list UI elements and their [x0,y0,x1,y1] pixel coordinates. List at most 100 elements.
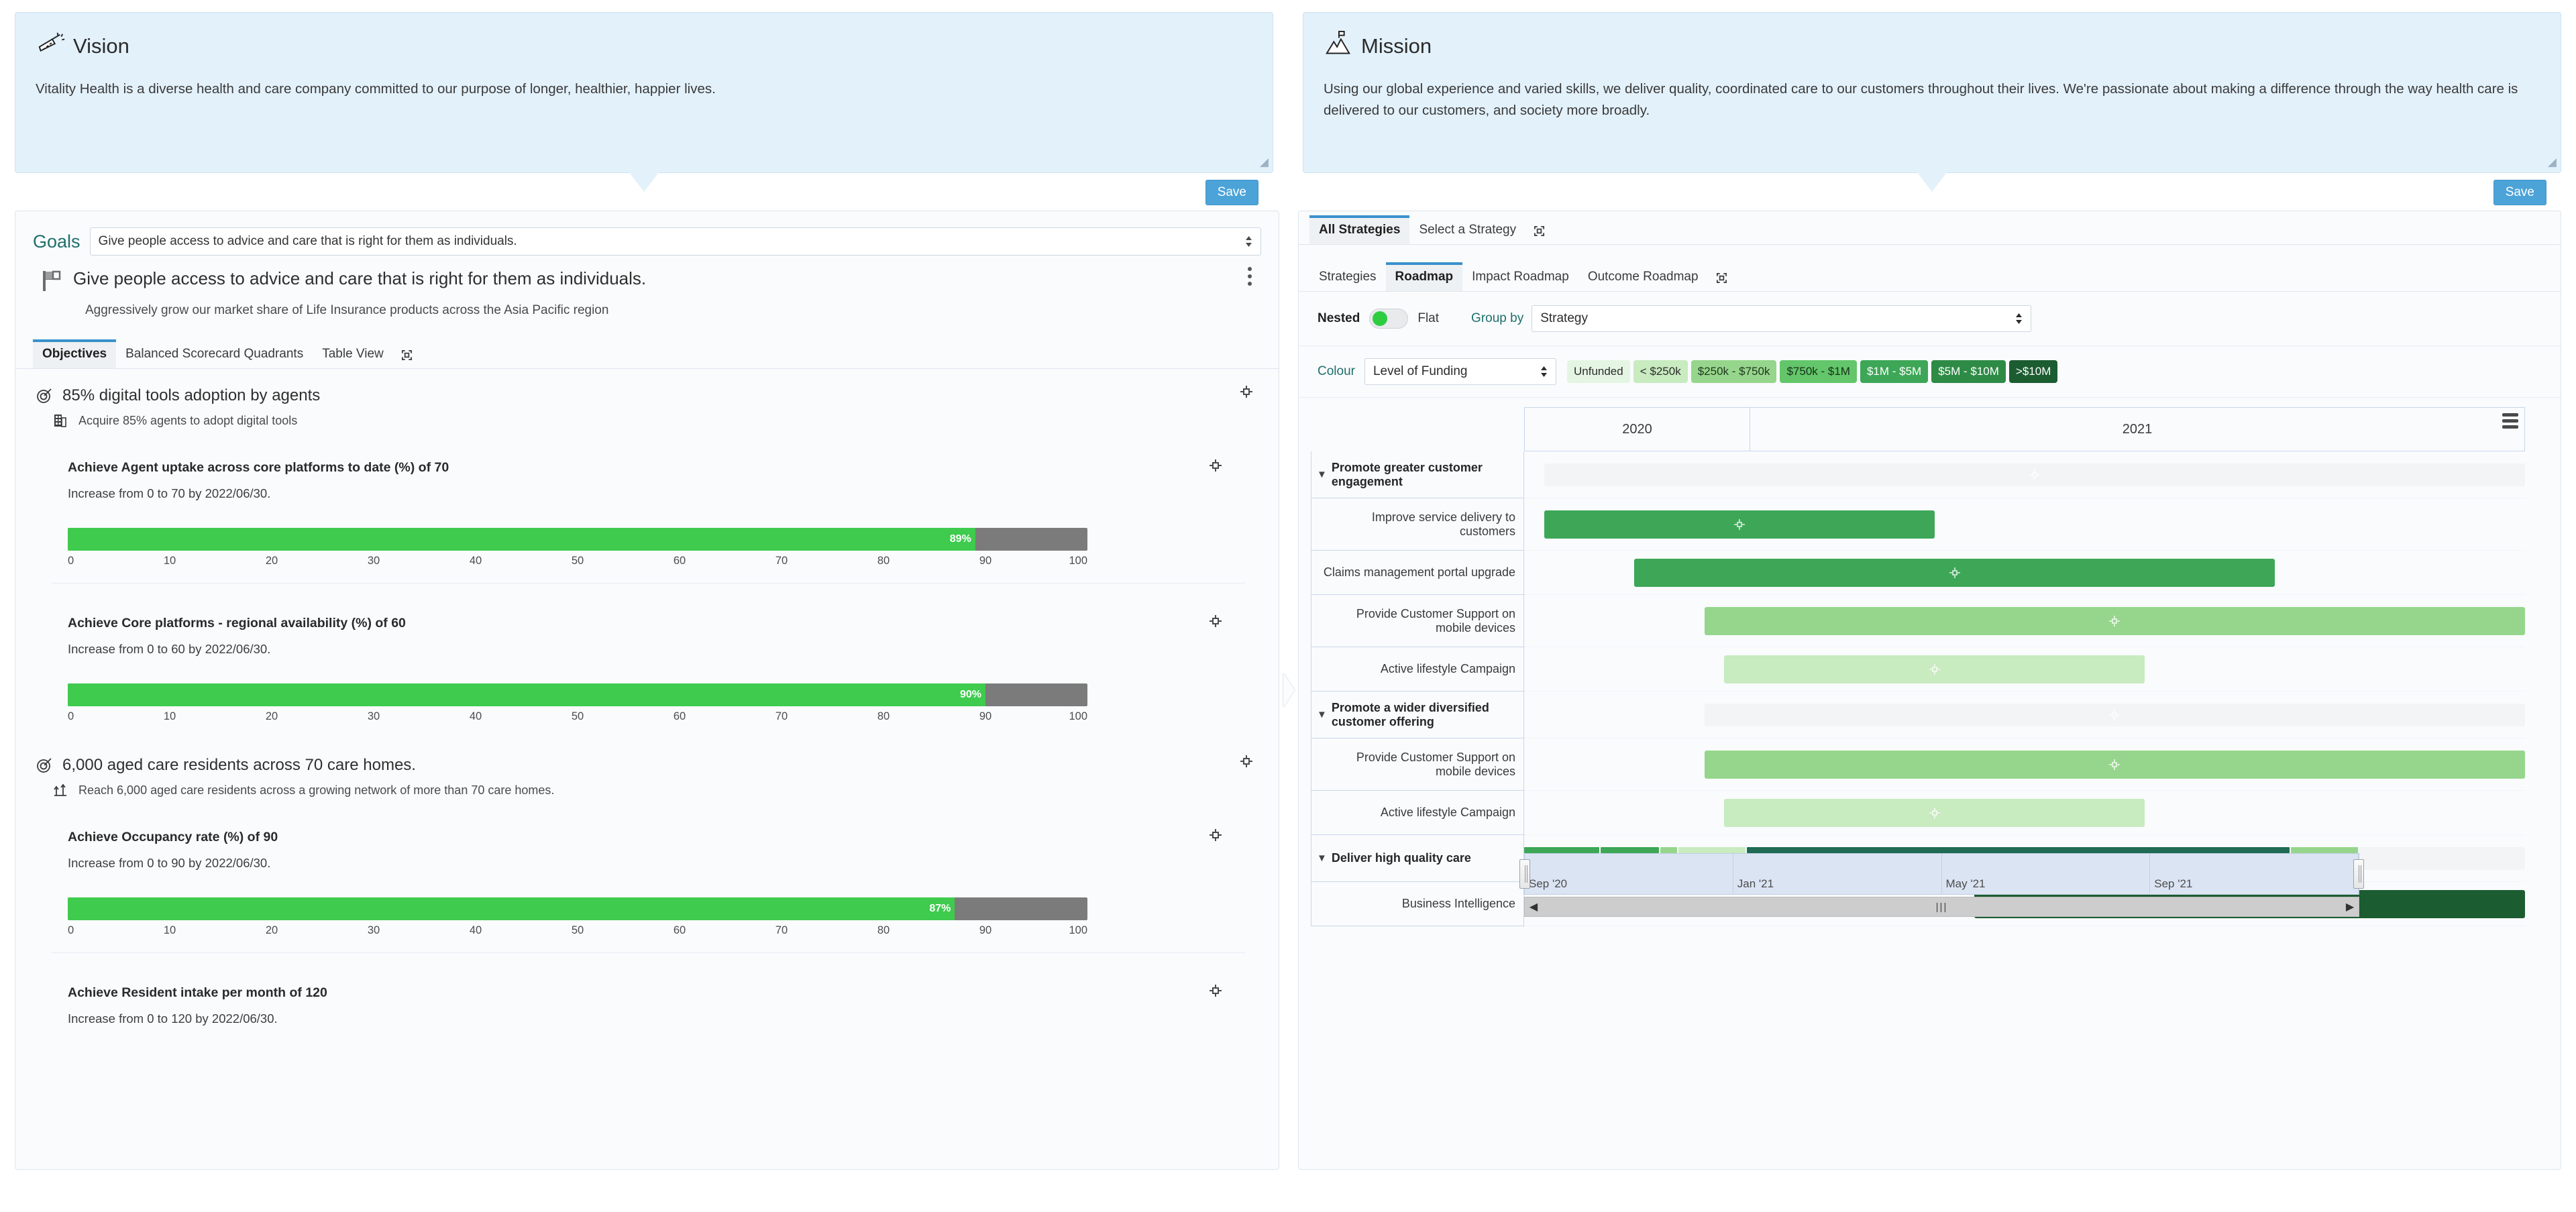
key-result-desc: Increase from 0 to 120 by 2022/06/30. [68,1011,278,1026]
mission-text[interactable]: Using our global experience and varied s… [1324,78,2538,121]
gantt-task-bar[interactable] [1634,558,2275,587]
gantt-track[interactable] [1524,451,2525,498]
key-result-settings-icon[interactable] [1209,459,1222,472]
chevron-updown-icon [1540,366,1548,378]
expand-icon[interactable] [1708,265,1735,291]
chevron-updown-icon [2015,313,2023,325]
mission-save-row: Save [1303,173,2561,211]
legend-chip[interactable]: Unfunded [1566,360,1630,383]
gantt-task-label[interactable]: Business Intelligence [1311,882,1524,926]
gantt-track[interactable] [1524,498,2525,551]
goal-subtitle: Aggressively grow our market share of Li… [85,303,609,317]
objective-header: 85% digital tools adoption by agents [36,386,1261,405]
vision-text[interactable]: Vitality Health is a diverse health and … [36,78,1250,100]
gantt-task-label[interactable]: Improve service delivery to customers [1311,498,1524,551]
legend-chip[interactable]: >$10M [2008,360,2058,383]
progress-axis: 0 10 20 30 40 50 60 70 80 90 100 [68,710,1087,725]
axis-tick-label: 20 [265,710,278,722]
group-by-label: Group by [1471,311,1524,325]
key-result-settings-icon[interactable] [1209,614,1222,628]
gantt-task-row: Provide Customer Support on mobile devic… [1311,595,2525,647]
axis-tick-label: 50 [571,710,584,722]
legend-chip[interactable]: $750k - $1M [1780,360,1857,383]
axis-tick-label: 40 [469,924,482,936]
tab-strategies[interactable]: Strategies [1309,262,1386,291]
minimap-handle-right[interactable] [2353,859,2364,889]
tab-roadmap[interactable]: Roadmap [1385,262,1463,291]
key-result-row: Achieve Resident intake per month of 120… [52,973,1245,1040]
vision-header: Vision [36,30,1250,61]
gantt-task-label[interactable]: Provide Customer Support on mobile devic… [1311,595,1524,647]
panel-splitter[interactable] [1279,211,1298,1170]
tab-impact-roadmap[interactable]: Impact Roadmap [1462,262,1578,291]
progress-bar-fill: 89% [68,528,975,551]
gantt-task-bar[interactable] [1704,750,2525,779]
view-controls-row: Nested Flat Group by Strategy [1299,292,2561,346]
gantt-group-label[interactable]: ▼ Deliver high quality care [1311,835,1524,882]
gantt-track[interactable] [1524,595,2525,647]
tab-outcome-roadmap[interactable]: Outcome Roadmap [1578,262,1708,291]
gantt-group-bar[interactable] [1544,463,2525,486]
objective-settings-icon[interactable] [1240,755,1253,768]
legend-chip[interactable]: $5M - $10M [1931,360,2006,383]
mission-save-button[interactable]: Save [2493,180,2546,205]
tab-select-a-strategy[interactable]: Select a Strategy [1409,215,1525,244]
goal-select[interactable]: Give people access to advice and care th… [89,227,1261,256]
chevron-updown-icon [1245,235,1252,247]
minimap-handle-left[interactable] [1519,859,1530,889]
drag-handle-icon [2109,759,2121,770]
gantt-group-label[interactable]: ▼ Promote a wider diversified customer of… [1311,692,1524,738]
gantt-track[interactable] [1524,551,2525,595]
scroll-left-icon[interactable]: ◀ [1525,900,1542,914]
gantt-task-bar[interactable] [1724,798,2145,827]
group-by-select[interactable]: Strategy [1532,305,2032,332]
progress-chart: 89% 0 10 20 30 40 50 60 70 80 90 100 [68,528,1087,569]
resize-grip-icon[interactable]: ◢ [2546,156,2557,168]
gantt-task-bar[interactable] [1724,655,2145,683]
objective-settings-icon[interactable] [1240,385,1253,398]
objective-title: 85% digital tools adoption by agents [62,386,321,404]
gantt-row-label-text: Active lifestyle Campaign [1380,662,1515,675]
nested-label: Nested [1318,311,1360,325]
collapse-caret-icon[interactable]: ▼ [1317,709,1327,720]
gantt-task-label[interactable]: Active lifestyle Campaign [1311,647,1524,692]
legend-chip[interactable]: $1M - $5M [1860,360,1929,383]
gantt-task-bar[interactable] [1704,606,2525,635]
vision-save-button[interactable]: Save [1205,180,1258,205]
goal-menu-icon[interactable] [1241,265,1258,288]
gantt-track[interactable] [1524,791,2525,835]
gantt-track[interactable] [1524,692,2525,738]
gantt-track[interactable] [1524,738,2525,791]
toggle-knob [1373,311,1388,326]
key-result-settings-icon[interactable] [1209,828,1222,842]
resize-grip-icon[interactable]: ◢ [1258,156,1269,168]
colour-select[interactable]: Level of Funding [1364,358,1556,385]
tab-table-view[interactable]: Table View [313,339,393,368]
horizontal-scrollbar[interactable]: ◀ ||| ▶ [1524,897,2359,917]
minimap-body[interactable]: Sep '20 Jan '21 May '21 Sep '21 [1519,853,2364,895]
nested-flat-toggle[interactable] [1369,309,1409,329]
tab-all-strategies[interactable]: All Strategies [1309,215,1410,244]
gantt-task-bar[interactable] [1544,510,1935,539]
collapse-caret-icon[interactable]: ▼ [1317,469,1327,480]
scroll-right-icon[interactable]: ▶ [2341,900,2359,914]
gantt-task-label[interactable]: Provide Customer Support on mobile devic… [1311,738,1524,791]
legend-chip[interactable]: $250k - $750k [1690,360,1777,383]
gantt-task-label[interactable]: Claims management portal upgrade [1311,551,1524,595]
gantt-group-label[interactable]: ▼ Promote greater customer engagement [1311,451,1524,498]
expand-icon[interactable] [1525,218,1553,244]
key-result-settings-icon[interactable] [1209,984,1222,997]
gantt-track[interactable] [1524,647,2525,692]
legend-chip[interactable]: < $250k [1633,360,1688,383]
tab-objectives[interactable]: Objectives [33,339,117,368]
chart-menu-icon[interactable] [2502,413,2518,429]
tab-balanced-scorecard-quadrants[interactable]: Balanced Scorecard Quadrants [116,339,313,368]
key-result-desc: Increase from 0 to 60 by 2022/06/30. [68,642,271,656]
vision-card: Vision Vitality Health is a diverse heal… [15,12,1273,192]
summit-flag-icon [1326,30,1351,54]
gantt-group-bar[interactable] [1704,703,2525,726]
colour-value: Level of Funding [1373,364,1468,378]
gantt-task-label[interactable]: Active lifestyle Campaign [1311,791,1524,835]
expand-icon[interactable] [393,342,421,368]
collapse-caret-icon[interactable]: ▼ [1317,852,1327,864]
